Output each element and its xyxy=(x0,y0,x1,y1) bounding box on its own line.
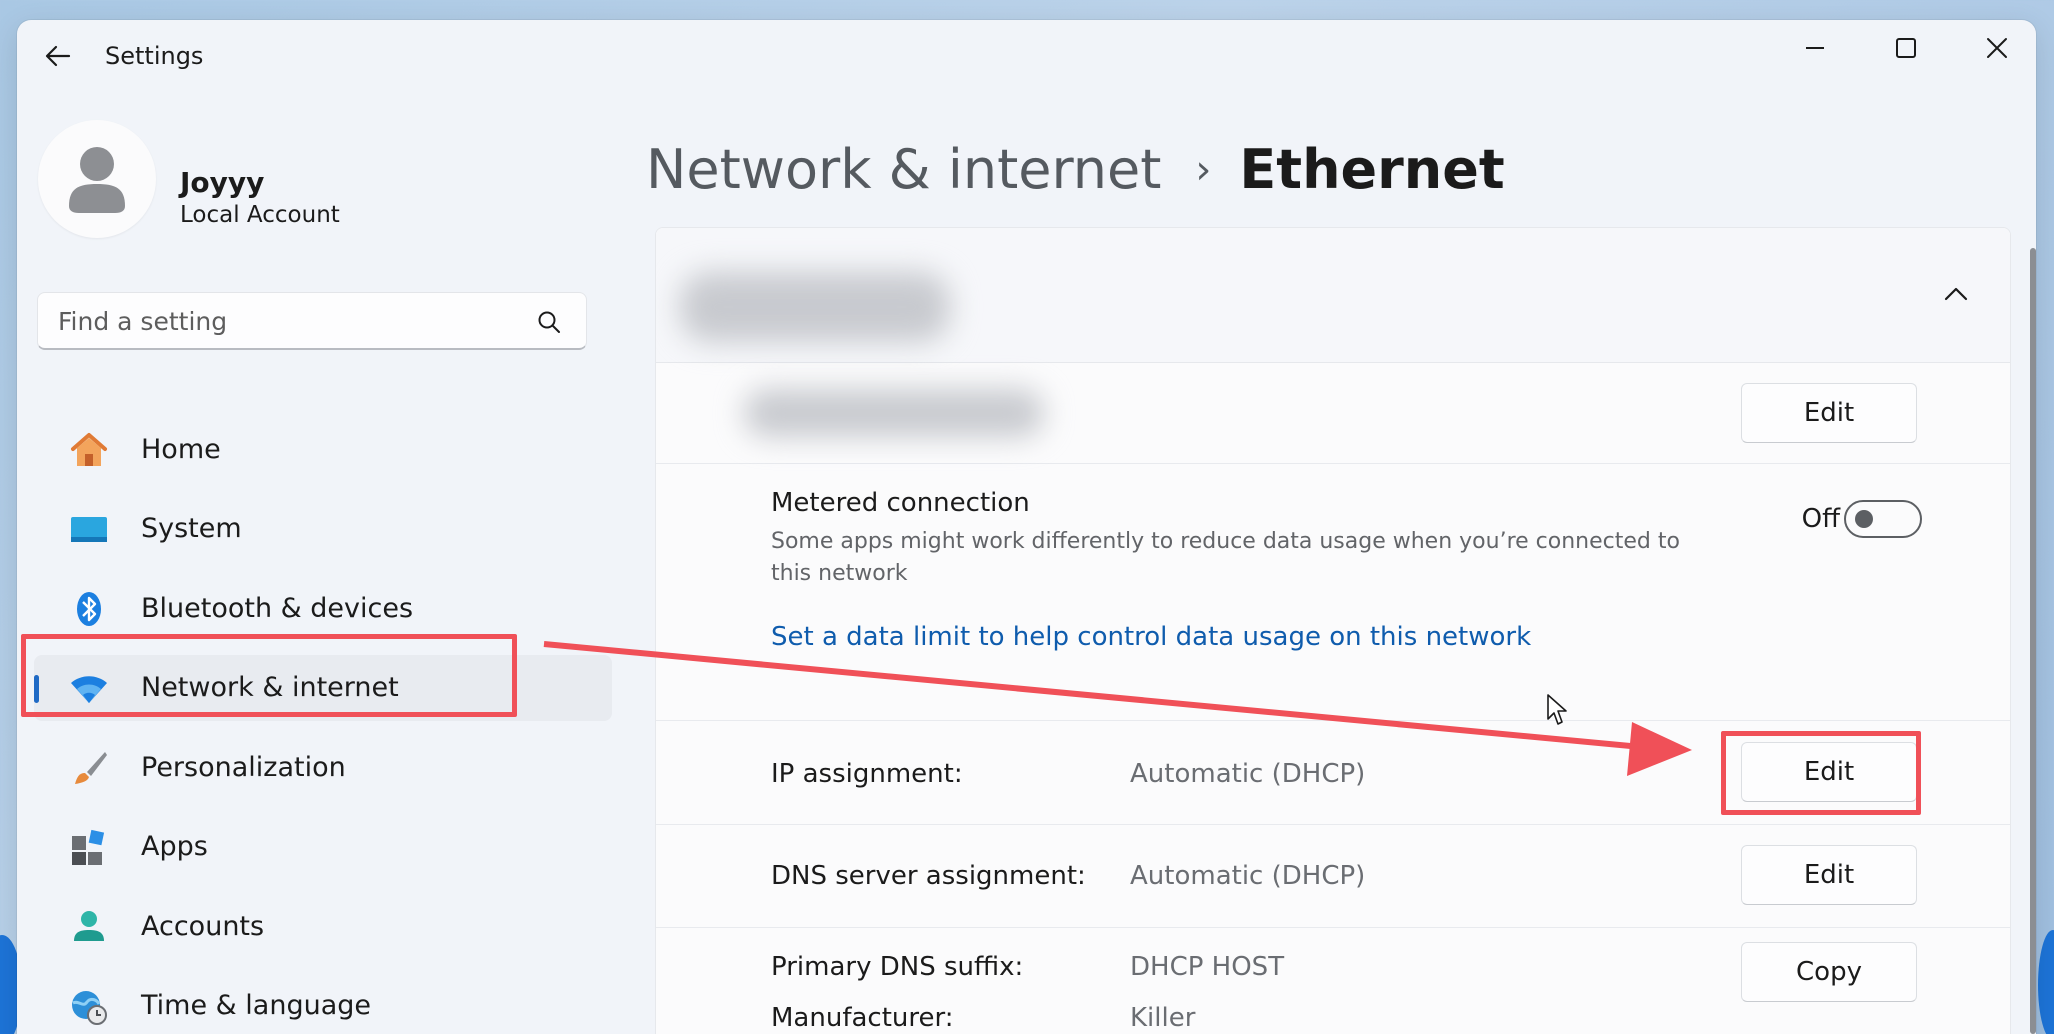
copy-button[interactable]: Copy xyxy=(1741,942,1917,1002)
maximize-icon xyxy=(1896,38,1916,58)
dns-assignment-row: DNS server assignment: Automatic (DHCP) … xyxy=(656,825,2010,928)
search-icon[interactable] xyxy=(536,309,562,335)
annotation-box-network xyxy=(21,634,517,717)
profile-name: Joyyy xyxy=(180,166,265,199)
metered-connection-title: Metered connection xyxy=(771,488,1030,518)
sidebar-item-system[interactable]: System xyxy=(34,496,612,562)
sidebar-item-home[interactable]: Home xyxy=(34,416,612,482)
network-profile-row: Edit xyxy=(656,363,2010,464)
metered-connection-toggle[interactable] xyxy=(1844,500,1922,538)
breadcrumb-parent[interactable]: Network & internet xyxy=(646,138,1161,201)
sidebar-item-time-language[interactable]: Time & language xyxy=(34,973,612,1034)
search-input[interactable] xyxy=(56,293,530,349)
breadcrumb: Network & internet › Ethernet xyxy=(646,138,1505,201)
title-bar: Settings xyxy=(17,20,2036,92)
primary-dns-suffix-label: Primary DNS suffix: xyxy=(771,952,1024,982)
profile-account-type: Local Account xyxy=(180,202,340,228)
content-scrollbar[interactable] xyxy=(2030,248,2036,1034)
paintbrush-icon xyxy=(69,749,109,787)
page-title: Ethernet xyxy=(1239,138,1505,201)
globe-clock-icon xyxy=(69,988,109,1026)
breadcrumb-chevron-icon: › xyxy=(1195,146,1212,193)
sidebar-item-label: Time & language xyxy=(141,990,372,1021)
ethernet-properties-card: Edit Metered connection Some apps might … xyxy=(655,227,2011,1034)
sidebar-item-label: Personalization xyxy=(141,751,346,783)
minimize-icon xyxy=(1806,47,1824,49)
blurred-profile-info xyxy=(744,389,1044,437)
home-icon xyxy=(69,431,109,469)
metered-connection-description: Some apps might work differently to redu… xyxy=(771,529,1680,586)
arrow-left-icon xyxy=(45,45,71,67)
app-title: Settings xyxy=(105,42,204,70)
accounts-icon xyxy=(69,908,109,946)
sidebar-item-label: System xyxy=(141,513,242,544)
avatar[interactable] xyxy=(38,120,156,238)
ip-assignment-label: IP assignment: xyxy=(771,759,963,789)
sidebar-item-label: Bluetooth & devices xyxy=(141,592,414,624)
maximize-button[interactable] xyxy=(1861,20,1951,76)
search-box[interactable] xyxy=(37,292,587,350)
apps-icon xyxy=(69,829,109,867)
user-avatar-icon xyxy=(69,147,125,213)
sidebar-item-label: Home xyxy=(141,433,221,465)
sidebar-item-label: Accounts xyxy=(141,910,265,942)
annotation-box-edit-button xyxy=(1721,731,1921,815)
metered-connection-row: Metered connection Some apps might work … xyxy=(656,464,2010,721)
sidebar-item-label: Apps xyxy=(141,831,208,862)
chevron-up-icon[interactable] xyxy=(1940,278,1972,310)
dns-assignment-label: DNS server assignment: xyxy=(771,861,1086,891)
system-icon xyxy=(69,511,109,549)
edit-dns-assignment-button[interactable]: Edit xyxy=(1741,845,1917,905)
close-icon xyxy=(1987,38,2007,58)
metered-toggle-state: Off xyxy=(1801,504,1840,534)
dns-assignment-value: Automatic (DHCP) xyxy=(1130,861,1366,891)
mouse-cursor-icon xyxy=(1547,694,1567,725)
sidebar-item-apps[interactable]: Apps xyxy=(34,814,612,880)
adapter-details-row: Primary DNS suffix: DHCP HOST Manufactur… xyxy=(656,928,2010,1034)
primary-dns-suffix-value: DHCP HOST xyxy=(1130,952,1285,982)
sidebar-item-personalization[interactable]: Personalization xyxy=(34,734,612,800)
toggle-knob xyxy=(1855,510,1873,528)
close-button[interactable] xyxy=(1952,20,2036,76)
manufacturer-value: Killer xyxy=(1130,1003,1196,1033)
settings-window: Settings Joyyy Local Account Find a sett… xyxy=(17,20,2036,1034)
manufacturer-label: Manufacturer: xyxy=(771,1003,954,1033)
minimize-button[interactable] xyxy=(1770,20,1860,76)
bluetooth-icon xyxy=(69,590,109,628)
connection-header[interactable] xyxy=(656,228,2010,363)
sidebar-item-accounts[interactable]: Accounts xyxy=(34,893,612,959)
set-data-limit-link[interactable]: Set a data limit to help control data us… xyxy=(771,622,1531,652)
blurred-adapter-name xyxy=(680,272,950,342)
sidebar-item-bluetooth[interactable]: Bluetooth & devices xyxy=(34,575,612,641)
sidebar-nav: Home System Bluetooth & devices Network … xyxy=(34,416,612,1034)
wallpaper-accent-right xyxy=(2038,930,2054,1034)
ip-assignment-value: Automatic (DHCP) xyxy=(1130,759,1366,789)
edit-profile-button[interactable]: Edit xyxy=(1741,383,1917,443)
back-button[interactable] xyxy=(33,34,83,78)
